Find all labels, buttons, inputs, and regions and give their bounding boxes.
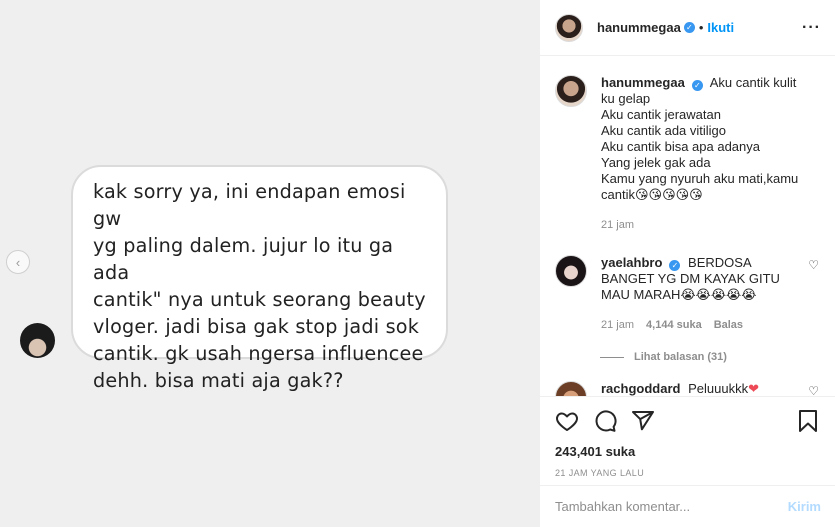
reply-button[interactable]: Balas	[714, 317, 743, 333]
share-icon[interactable]	[631, 409, 655, 433]
post-media: ‹ kak sorry ya, ini endapan emosi gw yg …	[0, 0, 539, 527]
comment-item: yaelahbro ✓ BERDOSA BANGET YG DM KAYAK GI…	[555, 255, 819, 333]
comment-likes[interactable]: 4,144 suka	[646, 317, 702, 333]
caption: hanummegaa ✓ Aku cantik kulit ku gelap Ak…	[555, 75, 819, 233]
post-comment-button[interactable]: Kirim	[788, 499, 821, 514]
dm-sender-avatar	[20, 323, 55, 358]
more-options-icon[interactable]: ···	[802, 19, 821, 37]
commenter-avatar[interactable]	[555, 255, 587, 287]
post-side-panel: hanummegaa ✓ • Ikuti ··· hanummegaa ✓ Aku…	[539, 0, 835, 527]
comment-username[interactable]: yaelahbro	[601, 255, 662, 270]
dm-message-bubble: kak sorry ya, ini endapan emosi gw yg pa…	[71, 165, 448, 392]
comments-list[interactable]: hanummegaa ✓ Aku cantik kulit ku gelap Ak…	[540, 57, 835, 396]
comment-like-heart-icon[interactable]: ♡	[808, 255, 819, 333]
chevron-left-icon[interactable]: ‹	[6, 250, 30, 274]
comment-time[interactable]: 21 jam	[601, 317, 634, 333]
comment-username[interactable]: rachgoddard	[601, 381, 680, 396]
caption-username[interactable]: hanummegaa	[601, 75, 685, 90]
separator-dot: •	[698, 20, 704, 35]
author-avatar[interactable]	[555, 13, 583, 42]
verified-badge-icon: ✓	[683, 22, 695, 33]
verified-badge-icon: ✓	[691, 80, 703, 91]
heart-icon[interactable]	[555, 409, 579, 433]
commenter-avatar[interactable]	[555, 381, 587, 396]
caption-line: Aku cantik jerawatan	[601, 107, 721, 122]
add-comment-bar: Kirim	[540, 485, 835, 527]
view-replies-label: Lihat balasan (31)	[634, 351, 727, 363]
view-replies-button[interactable]: Lihat balasan (31)	[600, 351, 819, 363]
caption-line: Aku cantik bisa apa adanya	[601, 139, 760, 154]
caption-line: Kamu yang nyuruh aku mati,kamu cantik😘😘😘…	[601, 171, 799, 202]
author-avatar[interactable]	[555, 75, 587, 107]
caption-line: Aku cantik ada vitiligo	[601, 123, 727, 138]
post-timestamp[interactable]: 21 JAM YANG LALU	[555, 468, 820, 478]
verified-badge-icon: ✓	[669, 260, 681, 271]
comment-input[interactable]	[555, 499, 788, 514]
comment-icon[interactable]	[593, 409, 617, 433]
post-actions: 243,401 suka 21 JAM YANG LALU	[540, 396, 835, 478]
comment-item: rachgoddard Peluuukkk❤ ♡	[555, 381, 819, 396]
replies-line	[600, 356, 624, 358]
red-heart-emoji: ❤	[748, 381, 759, 396]
comment-text: Peluuukkk	[688, 381, 749, 396]
bookmark-icon[interactable]	[796, 409, 820, 433]
author-username[interactable]: hanummegaa	[597, 20, 681, 35]
caption-time[interactable]: 21 jam	[601, 217, 634, 233]
post-likes-count[interactable]: 243,401 suka	[555, 444, 820, 459]
follow-button[interactable]: Ikuti	[707, 20, 734, 35]
caption-line: Yang jelek gak ada	[601, 155, 711, 170]
comment-like-heart-icon[interactable]: ♡	[808, 381, 819, 396]
post-header: hanummegaa ✓ • Ikuti ···	[540, 0, 835, 56]
